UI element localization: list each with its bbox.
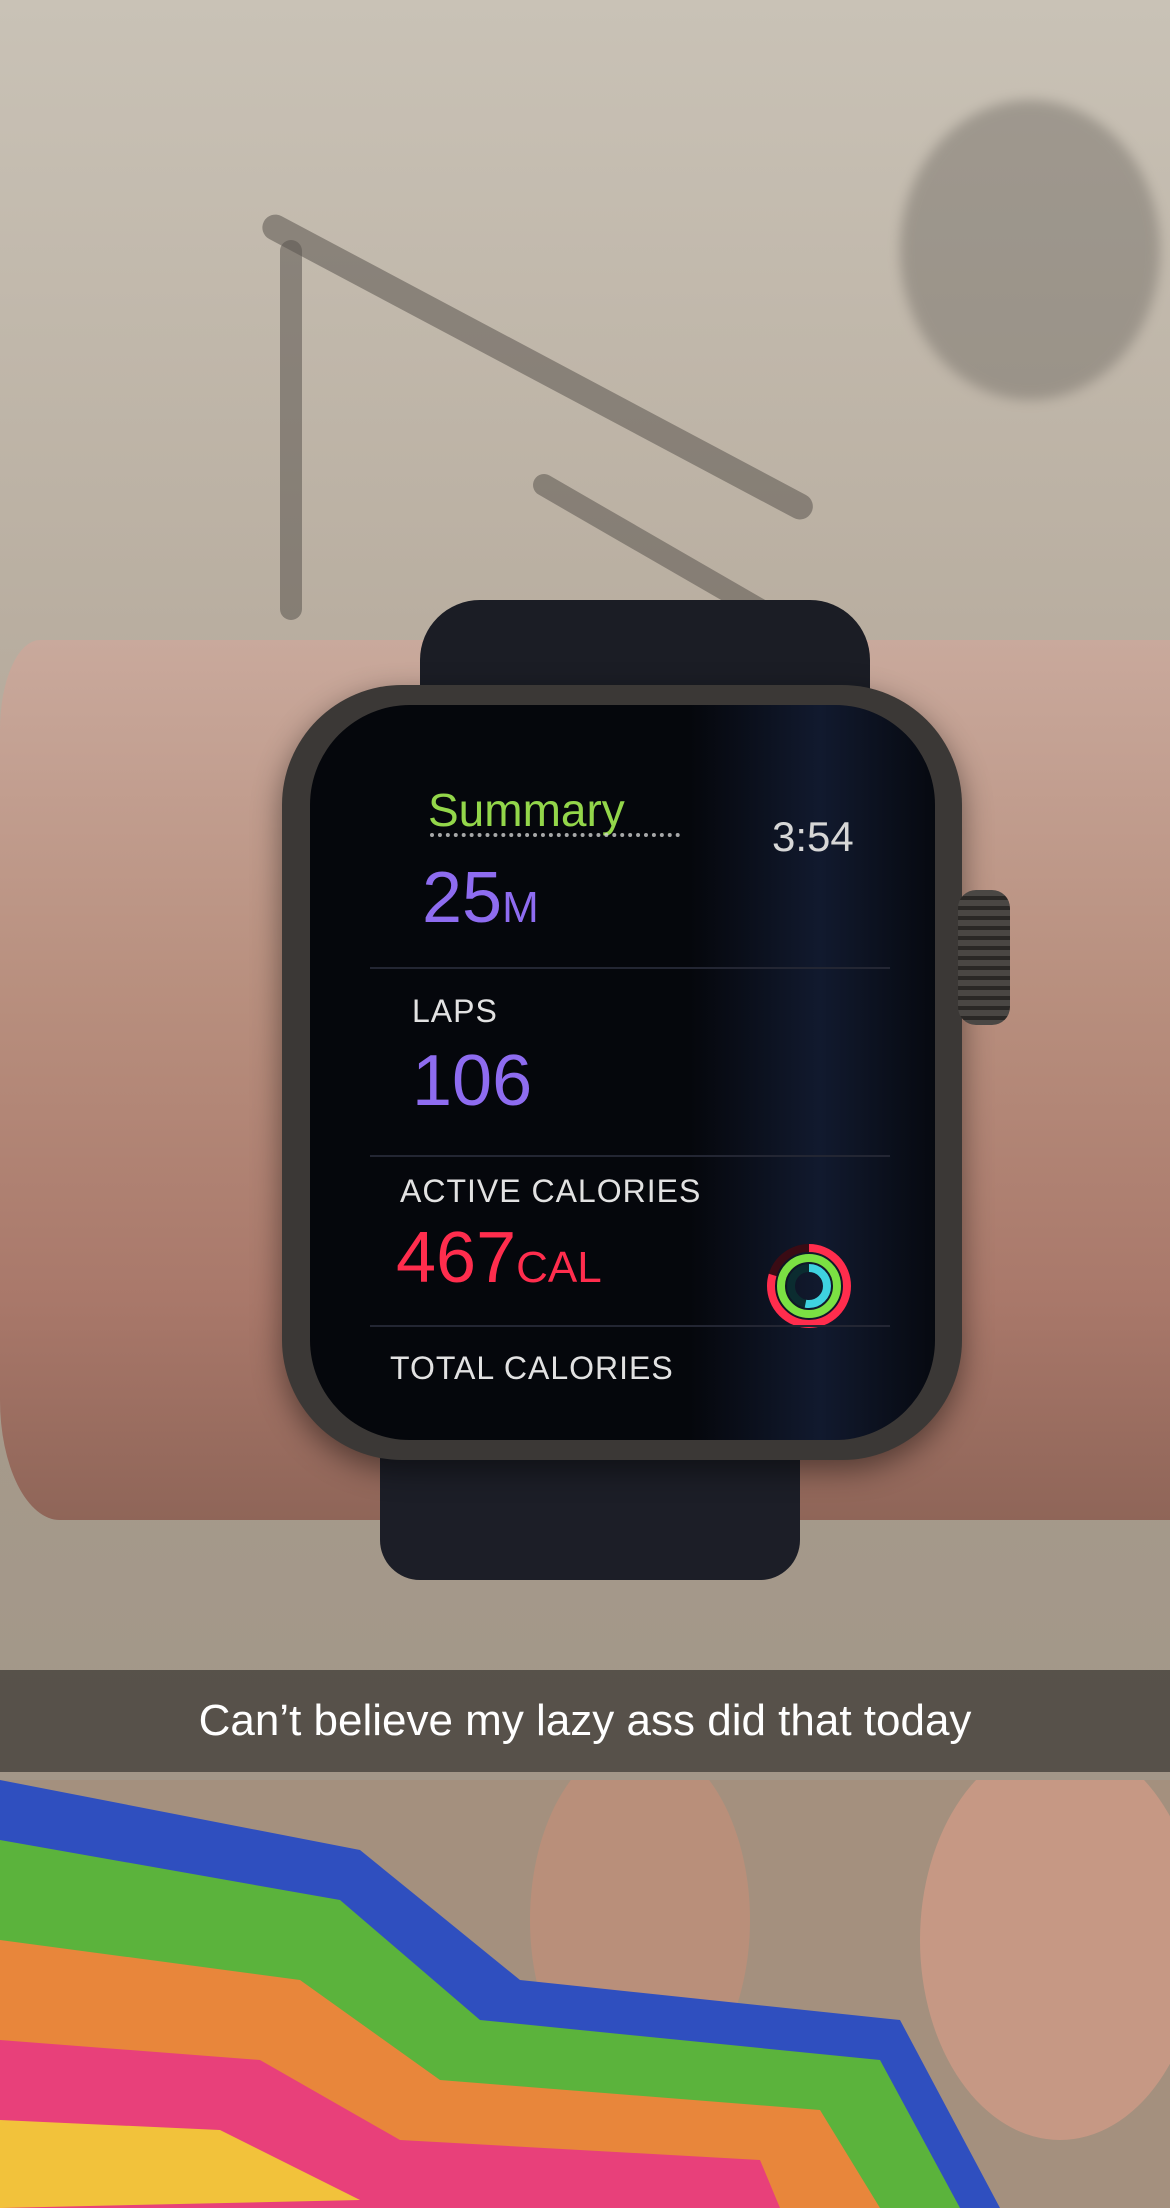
towel-and-legs [0, 1780, 1170, 2208]
metric-distance: 25M [422, 857, 539, 939]
activity-rings-icon[interactable] [764, 1241, 854, 1331]
active-calories-value: 467 [396, 1218, 517, 1298]
watch-screen[interactable]: Summary 3:54 25M LAPS 106 ACTIVE CALORIE… [310, 705, 935, 1440]
digital-crown[interactable] [958, 890, 1010, 1025]
divider [370, 967, 890, 969]
divider [370, 1155, 890, 1157]
distance-value: 25 [422, 858, 503, 938]
metric-active-calories: 467CAL [396, 1217, 602, 1299]
caption-text: Can’t believe my lazy ass did that today [198, 1696, 972, 1745]
watch-time: 3:54 [772, 813, 854, 860]
laps-label: LAPS [412, 993, 498, 1029]
total-calories-label: TOTAL CALORIES [390, 1350, 674, 1386]
chair-leg [280, 240, 302, 620]
active-calories-unit: CAL [516, 1243, 602, 1292]
laps-value: 106 [412, 1041, 533, 1121]
distance-unit: M [502, 883, 539, 932]
metric-laps: 106 [412, 1040, 532, 1122]
shadow [900, 100, 1160, 400]
truncated-label [430, 833, 680, 851]
app-title[interactable]: Summary [428, 783, 625, 837]
active-calories-label: ACTIVE CALORIES [400, 1173, 702, 1209]
caption-bar: Can’t believe my lazy ass did that today [0, 1670, 1170, 1772]
divider [370, 1325, 890, 1327]
